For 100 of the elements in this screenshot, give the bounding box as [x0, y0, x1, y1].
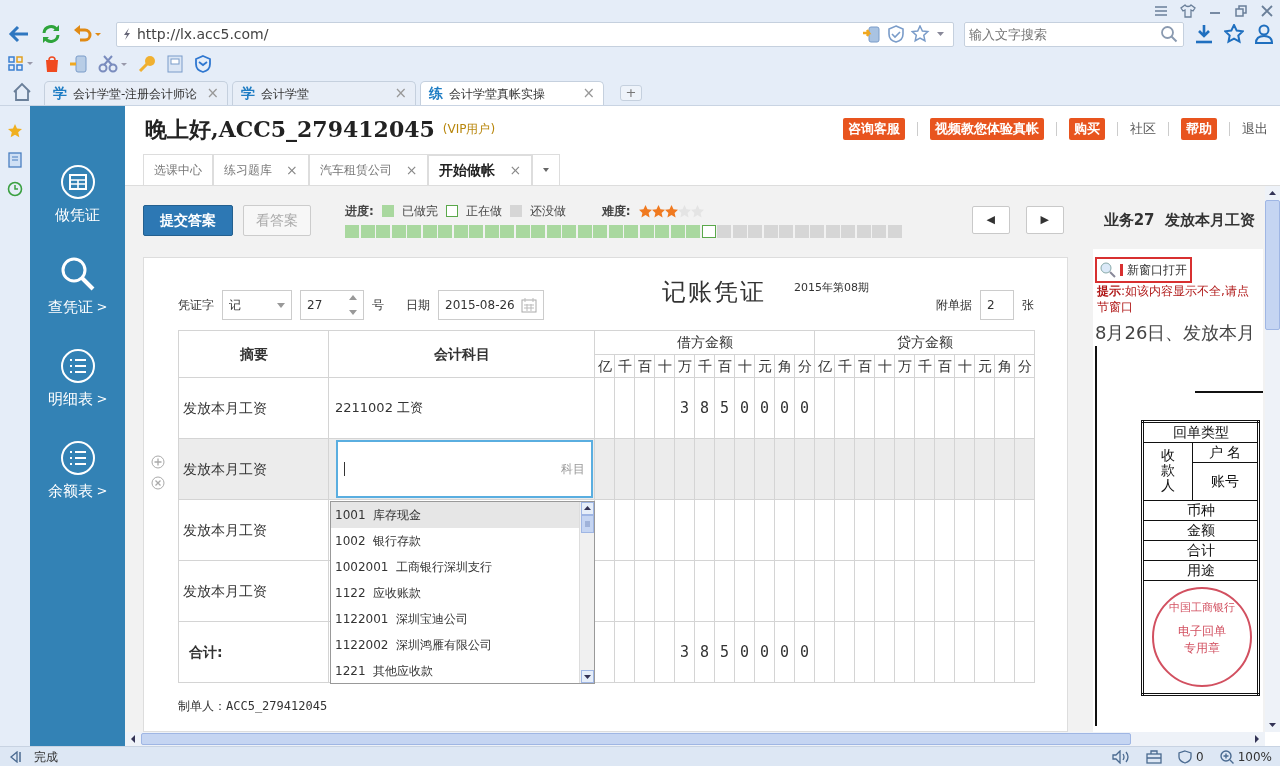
receipt-label: 合计: [1186, 542, 1215, 558]
phone-icon[interactable]: [863, 25, 881, 43]
zoom-icon: [1100, 262, 1116, 278]
shield-icon[interactable]: [194, 54, 212, 73]
voucher-type-select[interactable]: 记: [222, 290, 292, 320]
sidebar-item[interactable]: 明细表 >: [30, 348, 125, 440]
ad-shield-icon[interactable]: [1178, 749, 1193, 764]
home-icon[interactable]: [12, 82, 32, 102]
search-icon[interactable]: [1160, 24, 1178, 43]
menu-icon[interactable]: [1154, 4, 1168, 17]
progress-step: [825, 225, 840, 238]
dropdown-option[interactable]: 1122002 深圳鸿雁有限公司: [331, 632, 579, 658]
sidebar-item[interactable]: 余额表 >: [30, 440, 125, 532]
field-hint: 科目: [561, 461, 585, 478]
summary-text: 发放本月工资: [183, 521, 267, 538]
header-link[interactable]: 退出: [1242, 119, 1268, 139]
date-field[interactable]: 2015-08-26: [438, 290, 544, 320]
sidebar-item[interactable]: 做凭证: [30, 164, 125, 256]
speaker-icon[interactable]: [1112, 749, 1131, 764]
back-icon[interactable]: [8, 24, 30, 44]
scrollbar[interactable]: [579, 502, 594, 683]
seal-text: 电子回单: [1178, 623, 1226, 640]
browser-tab[interactable]: 练 会计学堂真帐实操 ×: [420, 81, 604, 105]
next-button[interactable]: ▶: [1025, 206, 1064, 234]
zoom-level: 100%: [1237, 748, 1272, 766]
star-caret-icon[interactable]: [911, 25, 947, 43]
previous-button[interactable]: ◀: [971, 206, 1010, 234]
toolbox-icon[interactable]: [1146, 749, 1163, 764]
vertical-scrollbar[interactable]: [1265, 186, 1280, 732]
refresh-icon[interactable]: [40, 23, 62, 45]
progress-step: [686, 225, 700, 238]
search-field[interactable]: 输入文字搜索: [964, 21, 1184, 47]
scroll-thumb[interactable]: [141, 733, 1131, 745]
progress-step: [531, 225, 545, 238]
scroll-thumb-icon[interactable]: [580, 515, 594, 533]
horizontal-scrollbar[interactable]: [125, 732, 1265, 746]
shopping-bag-icon[interactable]: [44, 54, 60, 73]
dropdown-option[interactable]: 1002 银行存款: [331, 528, 579, 554]
field-label: 日期: [406, 297, 430, 314]
scroll-thumb[interactable]: [1265, 200, 1280, 330]
remove-row-icon[interactable]: [151, 476, 165, 490]
key-icon[interactable]: [138, 54, 156, 73]
panel-toggle-icon[interactable]: [8, 750, 22, 763]
page-tab[interactable]: 开始做帐 ×: [428, 154, 533, 185]
star-icon[interactable]: [1224, 24, 1244, 44]
amount-digit: 0: [779, 397, 790, 419]
apps-grid-icon[interactable]: [8, 55, 34, 72]
legend-label: 已做完: [401, 203, 438, 220]
tab-close-button[interactable]: ×: [405, 159, 418, 181]
header-button[interactable]: 购买: [1069, 118, 1105, 140]
open-new-window-button[interactable]: 新窗口打开: [1095, 257, 1192, 283]
page-tab[interactable]: 练习题库 ×: [213, 154, 309, 185]
progress-step: [469, 225, 483, 238]
header-link[interactable]: 社区: [1130, 119, 1156, 139]
attachments-field[interactable]: 2: [980, 290, 1014, 320]
close-icon[interactable]: [1260, 4, 1274, 17]
header-button[interactable]: 帮助: [1181, 118, 1217, 140]
progress-step: [391, 225, 406, 238]
phone-icon[interactable]: [70, 54, 88, 73]
shirt-icon[interactable]: [1180, 3, 1196, 18]
scroll-down-icon[interactable]: [580, 670, 594, 683]
document-icon[interactable]: [166, 54, 184, 73]
page-icon[interactable]: [8, 152, 22, 168]
page-tab[interactable]: 选课中心: [143, 154, 213, 185]
progress-step: [608, 225, 623, 238]
new-tab-button[interactable]: +: [620, 85, 642, 101]
voucher-number-field[interactable]: 27: [300, 290, 364, 320]
page-tab[interactable]: 汽车租赁公司 ×: [308, 154, 429, 185]
shield-icon[interactable]: [887, 25, 905, 43]
progress-step: [500, 225, 514, 238]
add-row-icon[interactable]: [151, 455, 165, 469]
user-icon[interactable]: [1254, 24, 1274, 44]
dropdown-option[interactable]: 1122001 深圳宝迪公司: [331, 606, 579, 632]
ad-count: 0: [1196, 748, 1204, 766]
field-label: 附单据: [936, 297, 972, 314]
dropdown-option[interactable]: 1122 应收账款: [331, 580, 579, 606]
header-button[interactable]: 咨询客服: [843, 118, 905, 140]
download-icon[interactable]: [1194, 24, 1214, 44]
submit-answer-button[interactable]: 提交答案: [143, 204, 233, 236]
dropdown-option[interactable]: 1221 其他应收款: [331, 658, 579, 684]
dropdown-option[interactable]: 1002001 工商银行深圳支行: [331, 554, 579, 580]
sidebar-item[interactable]: 查凭证 >: [30, 256, 125, 348]
progress-step: [732, 225, 747, 238]
tab-close-button[interactable]: ×: [509, 160, 522, 181]
tab-close-button[interactable]: ×: [286, 159, 298, 181]
browser-tab[interactable]: 学 会计学堂-注册会计师论 ×: [44, 81, 228, 105]
undo-caret-icon[interactable]: [72, 24, 102, 44]
legend-swatch: [445, 205, 458, 217]
scissors-caret-icon[interactable]: [98, 54, 128, 73]
favorites-star-icon[interactable]: [7, 123, 23, 139]
scroll-up-icon[interactable]: [580, 502, 594, 515]
clock-icon[interactable]: [7, 181, 23, 197]
progress-step: [484, 225, 499, 238]
sidebar-label: 明细表: [47, 389, 93, 410]
header-button[interactable]: 视频教您体验真帐: [930, 118, 1044, 140]
browser-tab[interactable]: 学 会计学堂 ×: [232, 81, 416, 105]
dropdown-option[interactable]: 1001 库存现金: [331, 502, 579, 528]
restore-icon[interactable]: [1234, 4, 1248, 17]
zoom-in-icon[interactable]: [1219, 749, 1234, 764]
unit-label: 元: [974, 354, 995, 378]
